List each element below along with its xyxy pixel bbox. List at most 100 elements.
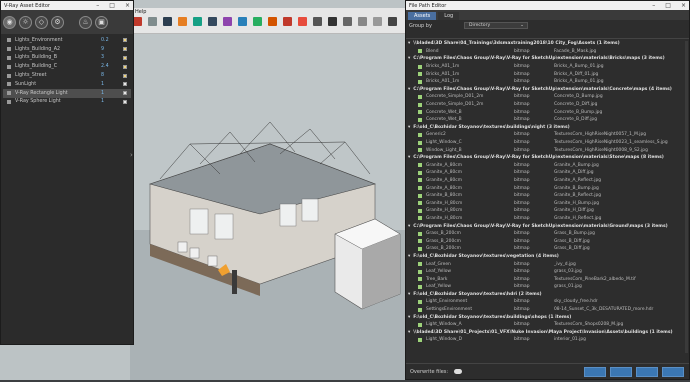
light-item[interactable]: Lights_Environment 0.2 xyxy=(3,36,131,45)
directory-group[interactable]: ▾ F:\old_C\Bozhidar Stoyanov\textures\bui… xyxy=(408,124,686,132)
vray-sphere-icon[interactable] xyxy=(328,17,337,26)
maximize-button[interactable]: □ xyxy=(109,2,115,9)
asset-row[interactable]: Concrete_Simple_D01_2m bitmap Concrete_D_D… xyxy=(408,101,686,109)
light-enable-checkbox[interactable] xyxy=(123,91,127,96)
directory-group[interactable]: ▾ C:\Program Files\Chaos Group\V-Ray\V-Ra… xyxy=(408,154,686,162)
asset-checkbox[interactable] xyxy=(418,102,422,107)
asset-checkbox[interactable] xyxy=(418,277,422,282)
vray-fur-icon[interactable] xyxy=(373,17,382,26)
light-enable-checkbox[interactable] xyxy=(123,64,127,69)
frame-buffer-icon[interactable]: ▣ xyxy=(95,15,108,29)
asset-checkbox[interactable] xyxy=(418,284,422,289)
asset-checkbox[interactable] xyxy=(418,231,422,236)
rotate-icon[interactable] xyxy=(163,17,172,26)
asset-checkbox[interactable] xyxy=(418,216,422,221)
scrollbar[interactable] xyxy=(685,41,688,353)
asset-checkbox[interactable] xyxy=(418,186,422,191)
expand-icon[interactable]: ▾ xyxy=(408,315,410,320)
relink-icon[interactable] xyxy=(584,367,606,377)
asset-checkbox[interactable] xyxy=(418,337,422,342)
vray-mesh-icon[interactable] xyxy=(358,17,367,26)
asset-row[interactable]: Concrete_Wet_B bitmap Concrete_B_Diff.jpg xyxy=(408,116,686,124)
asset-checkbox[interactable] xyxy=(418,117,422,122)
light-enable-checkbox[interactable] xyxy=(123,99,127,104)
vray-render-icon[interactable] xyxy=(268,17,277,26)
expand-icon[interactable]: ▾ xyxy=(408,87,410,92)
directory-group[interactable]: ▾ \\blade4\3D Share\01_Projects\01_VFX\Nu… xyxy=(408,329,686,337)
3d-viewport[interactable] xyxy=(130,34,406,380)
asset-checkbox[interactable] xyxy=(418,49,422,54)
scale-icon[interactable] xyxy=(193,17,202,26)
light-item[interactable]: SunLight 1 xyxy=(3,80,131,89)
asset-row[interactable]: Granite_H_80cm bitmap Granite_H_Bump.jpg xyxy=(408,199,686,207)
move-icon[interactable] xyxy=(178,17,187,26)
asset-checkbox[interactable] xyxy=(418,246,422,251)
asset-checkbox[interactable] xyxy=(418,208,422,213)
light-item[interactable]: V-Ray Rectangle Light 1 xyxy=(3,88,131,98)
light-intensity[interactable]: 1 xyxy=(101,99,104,104)
minimize-button[interactable]: – xyxy=(652,2,655,9)
tab-assets[interactable]: Assets xyxy=(408,12,437,20)
asset-checkbox[interactable] xyxy=(418,163,422,168)
overwrite-toggle[interactable] xyxy=(454,369,463,374)
light-intensity[interactable]: 1 xyxy=(101,82,104,87)
expand-icon[interactable]: ▾ xyxy=(408,254,410,259)
maximize-button[interactable]: □ xyxy=(665,2,671,9)
directory-group[interactable]: ▾ F:\old_C\Bozhidar Stoyanov\textures\hdr… xyxy=(408,291,686,299)
asset-row[interactable]: Granite_A_80cm bitmap Granite_B_Bump.jpg xyxy=(408,184,686,192)
asset-checkbox[interactable] xyxy=(418,64,422,69)
light-intensity[interactable]: 1 xyxy=(101,91,104,96)
tab-log[interactable]: Log xyxy=(438,12,460,20)
asset-row[interactable]: Bricks_A01_1m bitmap Bricks_A_Bump_01.jpg xyxy=(408,63,686,71)
zoom-extents-icon[interactable] xyxy=(253,17,262,26)
asset-checkbox[interactable] xyxy=(418,140,422,145)
asset-row[interactable]: Generic2 bitmap TexturesCom_HighRiseNight0… xyxy=(408,131,686,139)
group-by-select[interactable]: Directory ⌄ xyxy=(464,22,528,29)
asset-row[interactable]: Light_Window_C bitmap TexturesCom_HighRise… xyxy=(408,139,686,147)
asset-checkbox[interactable] xyxy=(418,94,422,99)
settings-icon[interactable]: ⚙ xyxy=(51,15,64,29)
directory-group[interactable]: ▾ F:\old_C\Bozhidar Stoyanov\textures\veg… xyxy=(408,253,686,261)
close-button[interactable]: × xyxy=(681,2,686,9)
light-enable-checkbox[interactable] xyxy=(123,82,127,87)
asset-checkbox[interactable] xyxy=(418,79,422,84)
light-item[interactable]: Lights_Street 8 xyxy=(3,71,131,80)
asset-row[interactable]: Grass_B_200cm bitmap Grass_B_Diff.jpg xyxy=(408,245,686,253)
vray-ies-icon[interactable] xyxy=(343,17,352,26)
asset-row[interactable]: Window_Light_B bitmap TexturesCom_HighRise… xyxy=(408,146,686,154)
light-intensity[interactable]: 0.2 xyxy=(101,38,109,43)
light-item[interactable]: V-Ray Sphere Light 1 xyxy=(3,98,131,107)
asset-checkbox[interactable] xyxy=(418,307,422,312)
orbit-icon[interactable] xyxy=(208,17,217,26)
collapse-arrow-icon[interactable]: › xyxy=(130,151,133,159)
asset-row[interactable]: Blend bitmap Facade_B_Mask.jpg xyxy=(408,48,686,56)
directory-group[interactable]: ▾ C:\Program Files\Chaos Group\V-Ray\V-Ra… xyxy=(408,222,686,230)
expand-icon[interactable]: ▾ xyxy=(408,224,410,229)
expand-icon[interactable]: ▾ xyxy=(408,155,410,160)
asset-checkbox[interactable] xyxy=(418,322,422,327)
vray-asset-icon[interactable] xyxy=(298,17,307,26)
asset-row[interactable]: Granite_B_80cm bitmap Granite_B_Reflect.jp… xyxy=(408,192,686,200)
materials-icon[interactable]: ◉ xyxy=(3,15,16,29)
asset-checkbox[interactable] xyxy=(418,72,422,77)
render-teapot-icon[interactable]: ♨ xyxy=(79,15,92,29)
directory-group[interactable]: ▾ F:\old_C\Bozhidar Stoyanov\textures\bui… xyxy=(408,313,686,321)
close-button[interactable]: × xyxy=(125,2,130,9)
light-intensity[interactable]: 8 xyxy=(101,73,104,78)
archive-icon[interactable] xyxy=(636,367,658,377)
asset-row[interactable]: Grass_B_200cm bitmap Grass_B_Diff.jpg xyxy=(408,237,686,245)
menu-help[interactable]: Help xyxy=(135,9,146,15)
vray-clipper-icon[interactable] xyxy=(388,17,397,26)
asset-row[interactable]: Light_Window_D bitmap interior_01.jpg xyxy=(408,336,686,344)
asset-row[interactable]: Granite_A_80cm bitmap Granite_A_Bump.jpg xyxy=(408,162,686,170)
asset-row[interactable]: Granite_H_80cm bitmap Granite_H_Diff.jpg xyxy=(408,207,686,215)
asset-row[interactable]: Light_Window_A bitmap TexturesCom_Shops020… xyxy=(408,321,686,329)
light-enable-checkbox[interactable] xyxy=(123,73,127,78)
asset-checkbox[interactable] xyxy=(418,299,422,304)
paint-icon[interactable] xyxy=(148,17,157,26)
asset-row[interactable]: Bricks_A01_1m bitmap Bricks_A_Bump_01.jpg xyxy=(408,78,686,86)
geometry-icon[interactable]: ◇ xyxy=(35,15,48,29)
light-enable-checkbox[interactable] xyxy=(123,47,127,52)
asset-row[interactable]: Leaf_Yellow bitmap grass_03.jpg xyxy=(408,268,686,276)
asset-checkbox[interactable] xyxy=(418,201,422,206)
